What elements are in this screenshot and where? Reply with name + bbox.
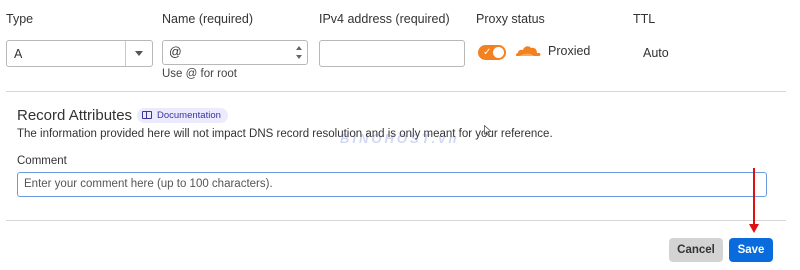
cancel-button[interactable]: Cancel [669, 238, 723, 262]
proxy-status-header: Proxy status [476, 12, 545, 26]
book-icon [142, 111, 152, 119]
attributes-info-text: The information provided here will not i… [17, 128, 553, 140]
footer-divider [6, 220, 786, 221]
section-divider [6, 91, 786, 92]
ipv4-header: IPv4 address (required) [319, 12, 450, 26]
mouse-cursor-icon [484, 125, 492, 136]
documentation-link-label: Documentation [157, 110, 221, 121]
cloud-icon [515, 46, 541, 56]
watermark-logo: BINOHOST.vn [340, 131, 460, 146]
record-type-dropdown-toggle[interactable] [125, 41, 152, 66]
documentation-link[interactable]: Documentation [137, 108, 228, 123]
type-header: Type [6, 12, 34, 26]
name-header: Name (required) [162, 12, 254, 26]
ttl-value[interactable]: Auto [643, 46, 669, 60]
chevron-down-icon [135, 51, 143, 56]
ttl-header: TTL [633, 12, 656, 26]
name-field[interactable] [162, 40, 308, 65]
red-arrow-annotation [753, 168, 755, 226]
name-hint: Use @ for root [162, 68, 237, 80]
name-input[interactable] [169, 45, 289, 59]
save-button[interactable]: Save [729, 238, 773, 262]
spinner-down-icon[interactable] [295, 53, 304, 62]
spinner-up-icon[interactable] [295, 44, 304, 53]
ipv4-input[interactable] [326, 46, 456, 60]
comment-field[interactable] [17, 172, 767, 197]
check-icon: ✓ [483, 47, 492, 58]
comment-input[interactable] [24, 178, 754, 190]
proxy-status-label: Proxied [548, 44, 591, 58]
toggle-knob [493, 47, 504, 58]
record-attributes-title: Record Attributes [17, 107, 133, 124]
proxy-toggle[interactable]: ✓ [478, 45, 506, 60]
comment-label: Comment [17, 155, 67, 167]
record-type-select[interactable]: A [6, 40, 153, 67]
red-arrow-head [749, 224, 759, 233]
record-type-value: A [14, 47, 23, 61]
ipv4-field[interactable] [319, 40, 465, 67]
